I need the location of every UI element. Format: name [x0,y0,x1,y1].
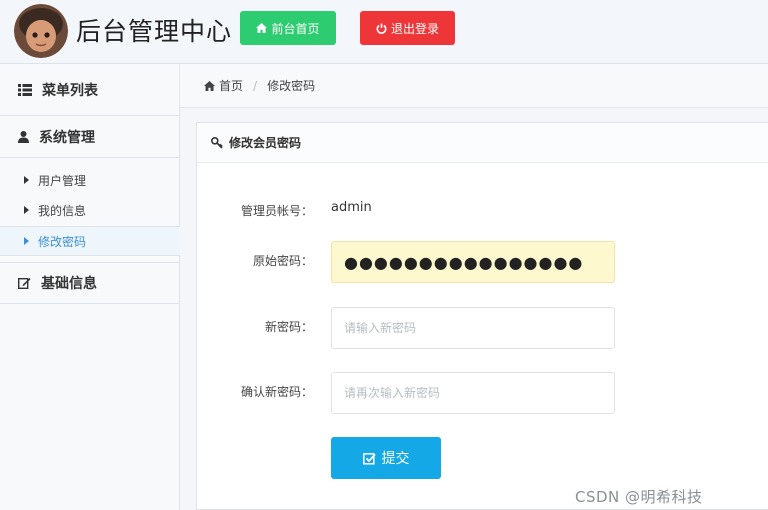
old-password-input[interactable] [331,241,615,283]
menu-list-title: 菜单列表 [0,64,180,116]
sidebar-group-basic-info-label: 基础信息 [41,276,97,292]
list-icon [18,83,32,96]
breadcrumb: 首页 / 修改密码 [180,64,768,108]
site-title: 后台管理中心 [76,17,233,46]
top-header: 后台管理中心 前台首页 退出登录 [0,0,768,64]
old-password-label: 原始密码： [252,254,313,268]
sidebar-item-user-management[interactable]: 用户管理 [0,165,180,195]
account-label: 管理员帐号： [240,204,313,218]
confirm-password-label: 确认新密码： [240,385,313,399]
menu-list-label: 菜单列表 [42,82,98,99]
home-icon [204,80,215,91]
breadcrumb-home-label: 首页 [219,79,244,93]
key-icon [211,136,223,149]
submit-button[interactable]: 提交 [331,437,441,479]
submit-label: 提交 [381,451,410,467]
change-password-panel: 修改会员密码 管理员帐号： admin 原始密码： 新密码： 确认新密码： 提交 [196,122,768,510]
main-content: 修改会员密码 管理员帐号： admin 原始密码： 新密码： 确认新密码： 提交 [180,108,768,510]
logout-label: 退出登录 [390,21,439,36]
check-square-icon [362,452,376,465]
watermark: CSDN @明希科技 [575,488,703,506]
breadcrumb-separator: / [253,78,258,93]
power-icon [376,23,387,34]
user-icon [18,130,29,143]
breadcrumb-home[interactable]: 首页 [204,77,243,94]
panel-title: 修改会员密码 [229,136,302,150]
caret-right-icon [24,237,29,245]
sidebar-group-basic-info[interactable]: 基础信息 [0,262,180,304]
avatar [14,4,68,58]
sidebar-item-change-password[interactable]: 修改密码 [0,226,180,256]
caret-right-icon [24,176,29,184]
sidebar-item-my-info[interactable]: 我的信息 [0,195,180,225]
front-home-button[interactable]: 前台首页 [240,11,336,45]
confirm-password-input[interactable] [331,372,615,414]
sidebar: 菜单列表 系统管理 用户管理 我的信息 修改密码 基础信息 [0,64,180,510]
logout-button[interactable]: 退出登录 [360,11,455,45]
sidebar-item-label: 我的信息 [38,203,87,218]
panel-header: 修改会员密码 [197,123,768,163]
account-value: admin [331,200,372,215]
sidebar-group-system-label: 系统管理 [39,129,95,146]
new-password-input[interactable] [331,307,615,349]
edit-icon [18,277,31,289]
sidebar-item-label: 修改密码 [38,234,87,249]
new-password-label: 新密码： [264,320,313,334]
sidebar-group-system[interactable]: 系统管理 [0,116,180,158]
breadcrumb-current: 修改密码 [267,79,316,93]
sidebar-item-label: 用户管理 [38,173,87,188]
home-icon [256,23,268,33]
caret-right-icon [24,206,29,214]
front-home-label: 前台首页 [271,21,320,36]
